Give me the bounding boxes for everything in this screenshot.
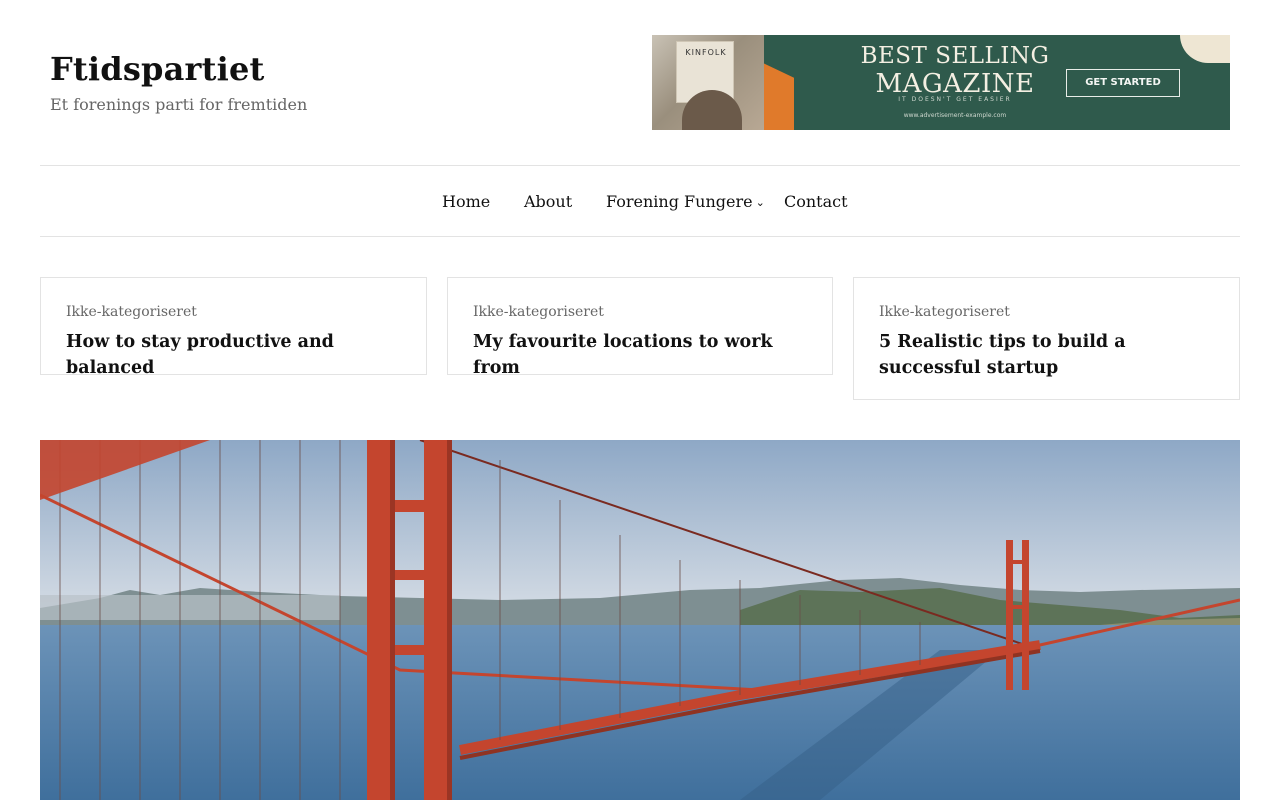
golden-gate-bridge-photo: [40, 440, 1240, 800]
ad-url: www.advertisement-example.com: [903, 112, 1007, 119]
post-category[interactable]: Ikke-kategoriseret: [879, 304, 1010, 320]
site-tagline: Et forenings parti for fremtiden: [50, 95, 308, 114]
main-navigation: Home About Forening Fungere ⌄ Contact: [40, 165, 1240, 237]
post-card[interactable]: Ikke-kategoriseret 5 Realistic tips to b…: [853, 277, 1240, 400]
nav-item-forening-fungere[interactable]: Forening Fungere ⌄: [606, 192, 765, 211]
post-card[interactable]: Ikke-kategoriseret My favourite location…: [447, 277, 833, 378]
ad-book-label: KINFOLK: [685, 48, 727, 57]
nav-item-forening-label: Forening Fungere: [606, 192, 753, 211]
ad-subtitle: IT DOESN'T GET EASIER: [898, 96, 1012, 103]
nav-item-home[interactable]: Home: [442, 192, 490, 211]
ad-corner-shape: [1180, 35, 1230, 63]
ad-photo: KINFOLK: [652, 35, 764, 130]
ad-cta-button[interactable]: GET STARTED: [1066, 69, 1180, 97]
site-title[interactable]: Ftidspartiet: [50, 50, 265, 88]
site-header: Ftidspartiet Et forenings parti for frem…: [0, 0, 1280, 165]
advertisement-banner[interactable]: KINFOLK BEST SELLING MAGAZINE IT DOESN'T…: [652, 35, 1230, 130]
ad-title-line2: MAGAZINE: [875, 69, 1035, 99]
nav-item-about[interactable]: About: [524, 192, 572, 211]
post-category[interactable]: Ikke-kategoriseret: [66, 304, 197, 320]
ad-title-line1: BEST SELLING: [860, 43, 1050, 69]
post-title[interactable]: How to stay productive and balanced: [66, 329, 386, 381]
post-category[interactable]: Ikke-kategoriseret: [473, 304, 604, 320]
post-title[interactable]: 5 Realistic tips to build a successful s…: [879, 329, 1199, 381]
post-title[interactable]: My favourite locations to work from: [473, 329, 793, 381]
post-card[interactable]: Ikke-kategoriseret How to stay productiv…: [40, 277, 427, 378]
ad-accent-shape: [764, 63, 794, 130]
chevron-down-icon[interactable]: ⌄: [756, 196, 765, 209]
hero-image[interactable]: [40, 440, 1240, 800]
nav-item-contact[interactable]: Contact: [784, 192, 848, 211]
